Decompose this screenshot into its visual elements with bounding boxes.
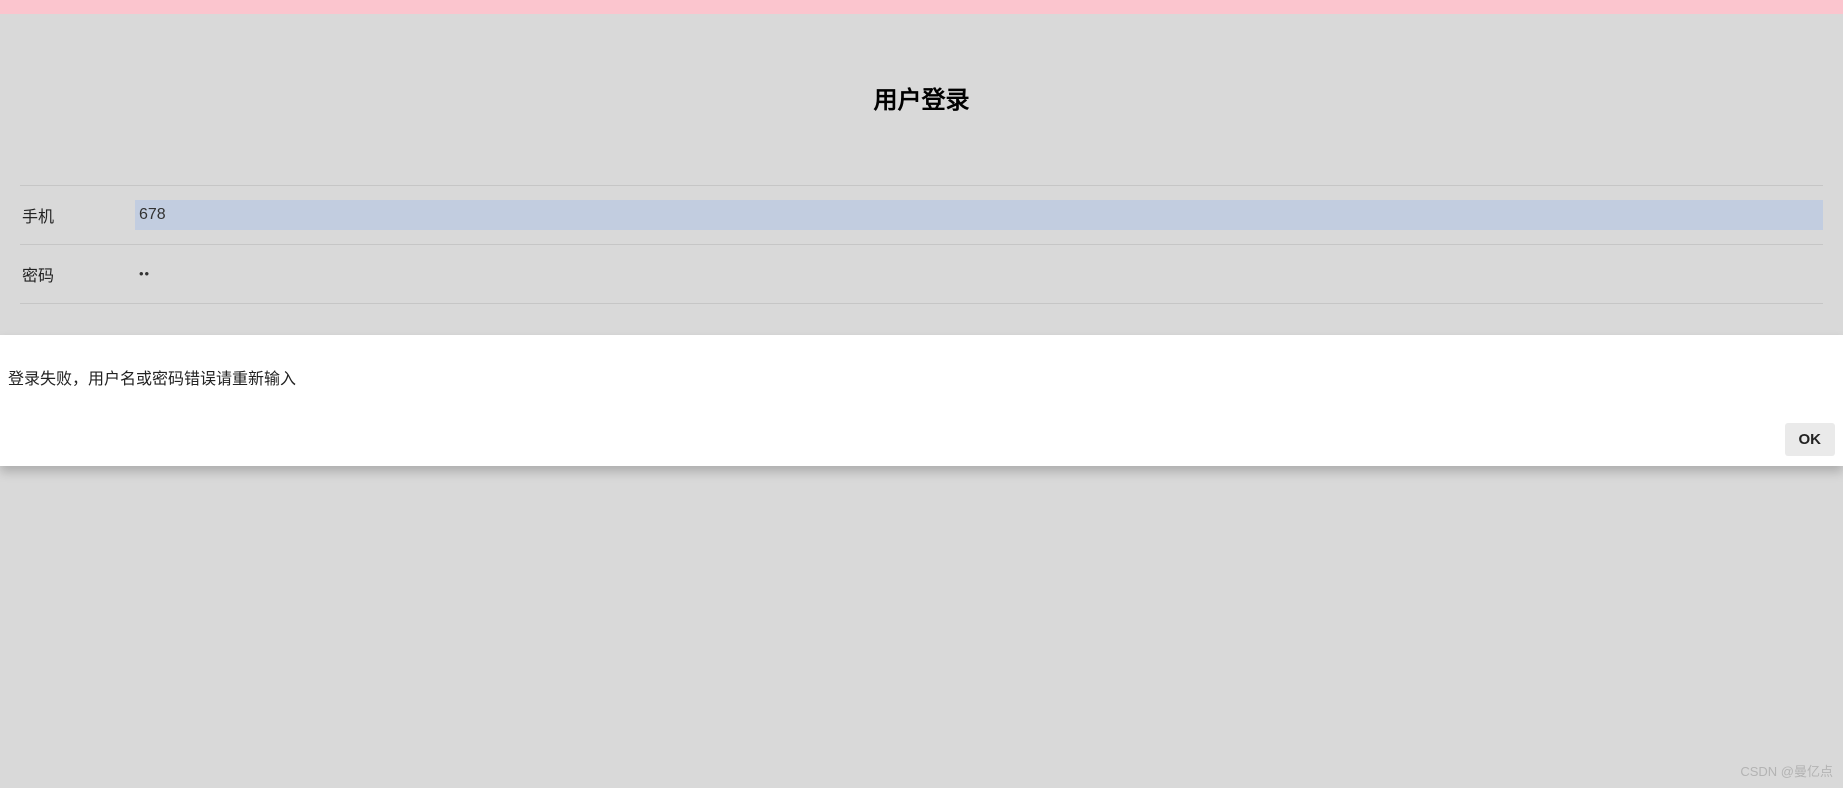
alert-actions: OK [0, 423, 1843, 466]
phone-label: 手机 [20, 203, 135, 227]
alert-message: 登录失败，用户名或密码错误请重新输入 [0, 335, 1843, 423]
phone-input-wrapper [135, 200, 1823, 230]
watermark: CSDN @曼亿点 [1740, 761, 1833, 780]
alert-dialog: 登录失败，用户名或密码错误请重新输入 OK [0, 335, 1843, 466]
ok-button[interactable]: OK [1785, 423, 1836, 456]
phone-row: 手机 [20, 185, 1823, 245]
page-title: 用户登录 [0, 80, 1843, 115]
password-label: 密码 [20, 262, 135, 286]
login-form: 手机 密码 •• [0, 185, 1843, 304]
phone-input[interactable] [135, 200, 1823, 230]
password-row: 密码 •• [20, 244, 1823, 304]
password-value: •• [135, 266, 150, 281]
top-accent-bar [0, 0, 1843, 14]
password-input-wrapper[interactable]: •• [135, 265, 1823, 283]
